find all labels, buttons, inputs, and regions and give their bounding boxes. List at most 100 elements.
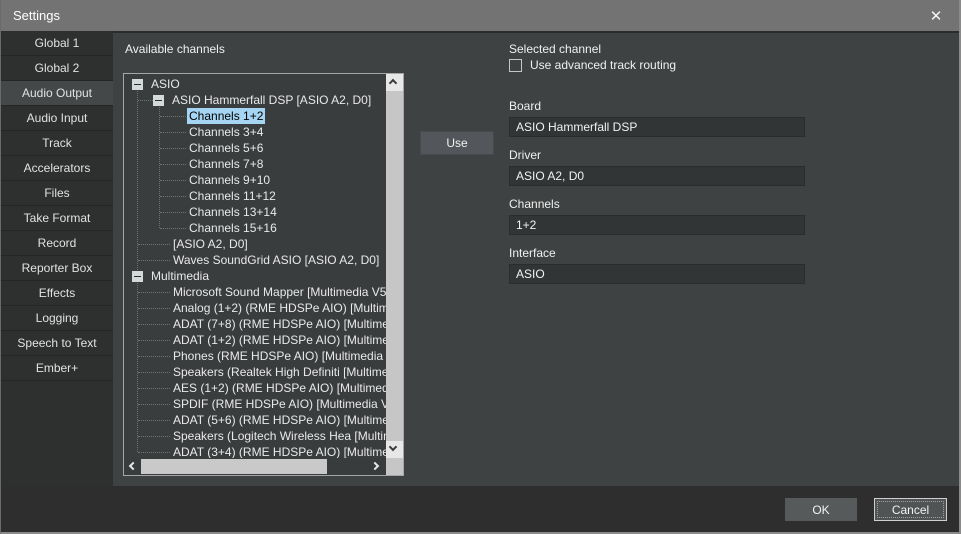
interface-field[interactable]: ASIO <box>509 264 805 284</box>
tree-connector-line <box>160 148 186 149</box>
tree-item[interactable]: Channels 9+10 <box>124 172 386 188</box>
tree-item[interactable]: Waves SoundGrid ASIO [ASIO A2, D0] <box>124 252 386 268</box>
tree-connector-line <box>138 308 170 309</box>
window-title: Settings <box>13 8 60 23</box>
tree-item[interactable]: Multimedia <box>124 268 386 284</box>
tree-item[interactable]: ASIO Hammerfall DSP [ASIO A2, D0] <box>124 92 386 108</box>
tree-rows: ASIO ASIO Hammerfall DSP [ASIO A2, D0] C… <box>124 74 386 458</box>
tree-connector-line <box>160 164 186 165</box>
cancel-button[interactable]: Cancel <box>874 498 947 521</box>
checkbox-box-icon[interactable] <box>509 59 522 72</box>
field-label: Interface <box>509 246 805 260</box>
tree-connector-line <box>138 292 170 293</box>
tree-item[interactable]: Phones (RME HDSPe AIO) [Multimedia V10. <box>124 348 386 364</box>
tree-connector-line <box>138 260 170 261</box>
board-field[interactable]: ASIO Hammerfall DSP <box>509 117 805 137</box>
sidebar-item-audio-output[interactable]: Audio Output <box>1 81 113 106</box>
tree-item-label: Channels 5+6 <box>187 140 265 156</box>
titlebar[interactable]: Settings ✕ <box>1 0 959 31</box>
tree-item[interactable]: Channels 7+8 <box>124 156 386 172</box>
tree-item[interactable]: ADAT (3+4) (RME HDSPe AIO) [Multimedia V <box>124 444 386 458</box>
field-label: Channels <box>509 197 805 211</box>
close-icon[interactable]: ✕ <box>925 7 947 25</box>
collapse-icon[interactable] <box>153 95 164 106</box>
available-channels-label: Available channels <box>125 42 225 56</box>
driver-field[interactable]: ASIO A2, D0 <box>509 166 805 186</box>
divider <box>113 31 959 33</box>
tree-item-label: Channels 15+16 <box>187 220 279 236</box>
scroll-left-icon[interactable] <box>124 458 141 475</box>
tree-item-label: Channels 9+10 <box>187 172 272 188</box>
ok-button[interactable]: OK <box>785 498 857 521</box>
tree-connector-line <box>138 356 170 357</box>
tree-connector-line <box>160 180 186 181</box>
channels-field[interactable]: 1+2 <box>509 215 805 235</box>
sidebar-item-logging[interactable]: Logging <box>1 306 113 331</box>
tree-connector-line <box>138 388 170 389</box>
collapse-icon[interactable] <box>132 271 143 282</box>
horizontal-scrollbar[interactable] <box>124 458 386 475</box>
tree-item[interactable]: Channels 13+14 <box>124 204 386 220</box>
tree-item[interactable]: Channels 11+12 <box>124 188 386 204</box>
sidebar-item-track[interactable]: Track <box>1 131 113 156</box>
tree-guide-line <box>159 100 160 228</box>
sidebar-item-record[interactable]: Record <box>1 231 113 256</box>
tree-item-label: Phones (RME HDSPe AIO) [Multimedia V10. <box>171 348 386 364</box>
field-group: Board ASIO Hammerfall DSP <box>509 99 805 137</box>
field-label: Driver <box>509 148 805 162</box>
sidebar-item-reporter-box[interactable]: Reporter Box <box>1 256 113 281</box>
tree-item-label: ADAT (5+6) (RME HDSPe AIO) [Multimedia V <box>171 412 386 428</box>
tree-item[interactable]: Speakers (Logitech Wireless Hea [Multime… <box>124 428 386 444</box>
tree-connector-line <box>138 452 170 453</box>
tree-connector-line <box>138 404 170 405</box>
tree-connector-line <box>138 420 170 421</box>
tree-connector-line <box>160 212 186 213</box>
tree-connector-line <box>160 196 186 197</box>
tree-item-label: AES (1+2) (RME HDSPe AIO) [Multimedia V1 <box>171 380 386 396</box>
sidebar-item-audio-input[interactable]: Audio Input <box>1 106 113 131</box>
tree-item[interactable]: Channels 5+6 <box>124 140 386 156</box>
tree-item[interactable]: Microsoft Sound Mapper [Multimedia V5.0 <box>124 284 386 300</box>
tree-item[interactable]: SPDIF (RME HDSPe AIO) [Multimedia V10.0] <box>124 396 386 412</box>
vertical-scrollbar[interactable] <box>386 74 403 458</box>
sidebar-item-files[interactable]: Files <box>1 181 113 206</box>
sidebar-item-speech-to-text[interactable]: Speech to Text <box>1 331 113 356</box>
collapse-icon[interactable] <box>132 79 143 90</box>
tree-connector-line <box>138 100 153 101</box>
sidebar-item-global-2[interactable]: Global 2 <box>1 56 113 81</box>
use-button[interactable]: Use <box>420 131 494 155</box>
tree-item[interactable]: ADAT (7+8) (RME HDSPe AIO) [Multimedia V <box>124 316 386 332</box>
checkbox-label: Use advanced track routing <box>530 58 676 72</box>
tree-item-label: ASIO Hammerfall DSP [ASIO A2, D0] <box>170 92 373 108</box>
scroll-down-icon[interactable] <box>386 441 403 458</box>
tree-item[interactable]: Speakers (Realtek High Definiti [Multime… <box>124 364 386 380</box>
tree-item[interactable]: Analog (1+2) (RME HDSPe AIO) [Multimedia <box>124 300 386 316</box>
horizontal-scroll-thumb[interactable] <box>141 459 327 474</box>
scroll-up-icon[interactable] <box>386 74 403 91</box>
tree-connector-line <box>160 228 186 229</box>
advanced-routing-checkbox[interactable]: Use advanced track routing <box>509 58 676 72</box>
tree-item[interactable]: Channels 1+2 <box>124 108 386 124</box>
sidebar-item-ember[interactable]: Ember+ <box>1 356 113 381</box>
tree-connector-line <box>160 116 186 117</box>
channel-fields: Board ASIO Hammerfall DSP Driver ASIO A2… <box>509 99 805 295</box>
tree-item[interactable]: [ASIO A2, D0] <box>124 236 386 252</box>
tree-item[interactable]: Channels 3+4 <box>124 124 386 140</box>
field-group: Driver ASIO A2, D0 <box>509 148 805 186</box>
tree-item[interactable]: AES (1+2) (RME HDSPe AIO) [Multimedia V1 <box>124 380 386 396</box>
scroll-right-icon[interactable] <box>369 458 386 475</box>
field-group: Channels 1+2 <box>509 197 805 235</box>
footer-bar: OK Cancel <box>1 486 959 532</box>
settings-dialog: Settings ✕ Global 1Global 2Audio OutputA… <box>0 0 961 534</box>
sidebar-item-take-format[interactable]: Take Format <box>1 206 113 231</box>
tree-item[interactable]: Channels 15+16 <box>124 220 386 236</box>
tree-item[interactable]: ADAT (1+2) (RME HDSPe AIO) [Multimedia V <box>124 332 386 348</box>
sidebar-item-effects[interactable]: Effects <box>1 281 113 306</box>
tree-item[interactable]: ADAT (5+6) (RME HDSPe AIO) [Multimedia V <box>124 412 386 428</box>
tree-item[interactable]: ASIO <box>124 76 386 92</box>
sidebar-item-accelerators[interactable]: Accelerators <box>1 156 113 181</box>
sidebar-item-global-1[interactable]: Global 1 <box>1 31 113 56</box>
tree-connector-line <box>138 324 170 325</box>
tree-item-label: Waves SoundGrid ASIO [ASIO A2, D0] <box>171 252 381 268</box>
tree-item-label: SPDIF (RME HDSPe AIO) [Multimedia V10.0] <box>171 396 386 412</box>
